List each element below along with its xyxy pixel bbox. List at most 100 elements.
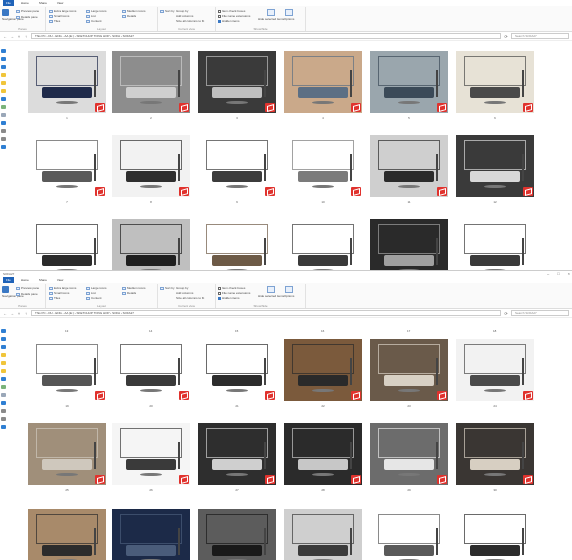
close-icon[interactable]: × (568, 271, 570, 276)
layout-small-icons[interactable]: Small icons (49, 291, 69, 295)
file-thumbnail[interactable]: 12 (456, 135, 534, 204)
layout-extra-large[interactable]: Extra large icons (49, 286, 76, 290)
file-thumbnail[interactable]: 22 (284, 339, 362, 408)
file-thumbnail[interactable]: 20 (112, 339, 190, 408)
maximize-icon[interactable]: □ (557, 271, 559, 276)
back-arrow-icon[interactable]: ← (3, 34, 7, 39)
file-thumbnail[interactable] (456, 219, 534, 270)
file-thumbnail[interactable]: 25 (28, 423, 106, 492)
nav-item[interactable] (0, 79, 20, 87)
refresh-icon[interactable]: ⟳ (504, 34, 508, 39)
file-thumbnail[interactable]: 7 (28, 135, 106, 204)
size-columns-button[interactable]: Size all columns to fit (176, 19, 204, 23)
nav-item[interactable] (0, 351, 20, 359)
add-columns-button[interactable]: Add columns (176, 291, 193, 295)
up-arrow-icon[interactable]: ↑ (24, 311, 28, 316)
file-thumbnail[interactable] (112, 509, 190, 560)
nav-item[interactable] (0, 47, 20, 55)
file-thumbnail[interactable] (198, 509, 276, 560)
layout-medium-icons[interactable]: Medium icons (122, 286, 146, 290)
file-thumbnail[interactable]: 9 (198, 135, 276, 204)
options-button[interactable]: Options (284, 286, 294, 298)
details-pane-button[interactable]: Details pane (16, 292, 38, 296)
item-check-boxes-toggle[interactable]: Item check boxes (218, 9, 245, 13)
layout-small-icons[interactable]: Small icons (49, 14, 69, 18)
file-thumbnail[interactable]: 4 (284, 51, 362, 120)
group-by-button[interactable]: Group by (176, 286, 188, 290)
layout-list[interactable]: List (86, 14, 96, 18)
file-thumbnail[interactable] (456, 509, 534, 560)
nav-item[interactable] (0, 423, 20, 431)
file-thumbnail[interactable]: 6 (456, 51, 534, 120)
layout-content[interactable]: Content (86, 296, 102, 300)
recent-chevron-icon[interactable]: ˅ (17, 311, 21, 316)
hidden-items-toggle[interactable]: Hidden items (218, 296, 240, 300)
file-thumbnail[interactable]: 19 (28, 339, 106, 408)
path-field[interactable]: This PC › DU - ENG - AA (E:) › SKETCHUP … (31, 310, 501, 316)
sort-by-button[interactable]: Sort by (160, 286, 175, 290)
up-arrow-icon[interactable]: ↑ (24, 34, 28, 39)
size-columns-button[interactable]: Size all columns to fit (176, 296, 204, 300)
file-thumbnail[interactable] (370, 219, 448, 270)
file-thumbnail[interactable] (284, 219, 362, 270)
nav-item[interactable] (0, 383, 20, 391)
navigation-pane-button[interactable] (2, 9, 9, 16)
search-input[interactable]: Search SOFA27 (511, 310, 569, 316)
layout-content[interactable]: Content (86, 19, 102, 23)
refresh-icon[interactable]: ⟳ (504, 311, 508, 316)
forward-arrow-icon[interactable]: → (10, 34, 14, 39)
preview-pane-button[interactable]: Preview pane (16, 9, 39, 13)
file-thumbnail[interactable]: 23 (370, 339, 448, 408)
file-thumbnail[interactable]: 10 (284, 135, 362, 204)
layout-tiles[interactable]: Tiles (49, 296, 60, 300)
nav-item[interactable] (0, 143, 20, 151)
layout-details[interactable]: Details (122, 14, 136, 18)
nav-item[interactable] (0, 103, 20, 111)
minimize-icon[interactable]: – (547, 271, 549, 276)
layout-tiles[interactable]: Tiles (49, 19, 60, 23)
layout-large-icons[interactable]: Large icons (86, 286, 107, 290)
search-input[interactable]: Search SOFA27 (511, 33, 569, 39)
nav-item[interactable] (0, 119, 20, 127)
file-name-extensions-toggle[interactable]: File name extensions (218, 14, 250, 18)
preview-pane-button[interactable]: Preview pane (16, 286, 39, 290)
file-thumbnail[interactable]: 24 (456, 339, 534, 408)
nav-item[interactable] (0, 343, 20, 351)
file-thumbnail[interactable] (28, 219, 106, 270)
path-field[interactable]: This PC › DU - ENG - AA (E:) › SKETCHUP … (31, 33, 501, 39)
nav-item[interactable] (0, 87, 20, 95)
file-thumbnail[interactable] (284, 509, 362, 560)
nav-item[interactable] (0, 135, 20, 143)
forward-arrow-icon[interactable]: → (10, 311, 14, 316)
navigation-pane-button[interactable] (2, 286, 9, 293)
nav-item[interactable] (0, 127, 20, 135)
details-pane-button[interactable]: Details pane (16, 15, 38, 19)
layout-medium-icons[interactable]: Medium icons (122, 9, 146, 13)
nav-item[interactable] (0, 399, 20, 407)
nav-item[interactable] (0, 391, 20, 399)
nav-item[interactable] (0, 375, 20, 383)
file-thumbnail[interactable] (370, 509, 448, 560)
nav-item[interactable] (0, 111, 20, 119)
file-thumbnail[interactable]: 8 (112, 135, 190, 204)
hidden-items-toggle[interactable]: Hidden items (218, 19, 240, 23)
hide-selected-button[interactable]: Hide selected items (258, 9, 284, 21)
file-thumbnail[interactable]: 21 (198, 339, 276, 408)
back-arrow-icon[interactable]: ← (3, 311, 7, 316)
sort-by-button[interactable]: Sort by (160, 9, 175, 13)
file-thumbnail[interactable]: 2 (112, 51, 190, 120)
nav-item[interactable] (0, 327, 20, 335)
nav-item[interactable] (0, 359, 20, 367)
nav-item[interactable] (0, 335, 20, 343)
add-columns-button[interactable]: Add columns (176, 14, 193, 18)
nav-item[interactable] (0, 415, 20, 423)
options-button[interactable]: Options (284, 9, 294, 21)
nav-item[interactable] (0, 71, 20, 79)
file-thumbnail[interactable]: 30 (456, 423, 534, 492)
layout-details[interactable]: Details (122, 291, 136, 295)
item-check-boxes-toggle[interactable]: Item check boxes (218, 286, 245, 290)
nav-item[interactable] (0, 367, 20, 375)
file-thumbnail[interactable]: 27 (198, 423, 276, 492)
file-thumbnail[interactable]: 28 (284, 423, 362, 492)
layout-extra-large[interactable]: Extra large icons (49, 9, 76, 13)
